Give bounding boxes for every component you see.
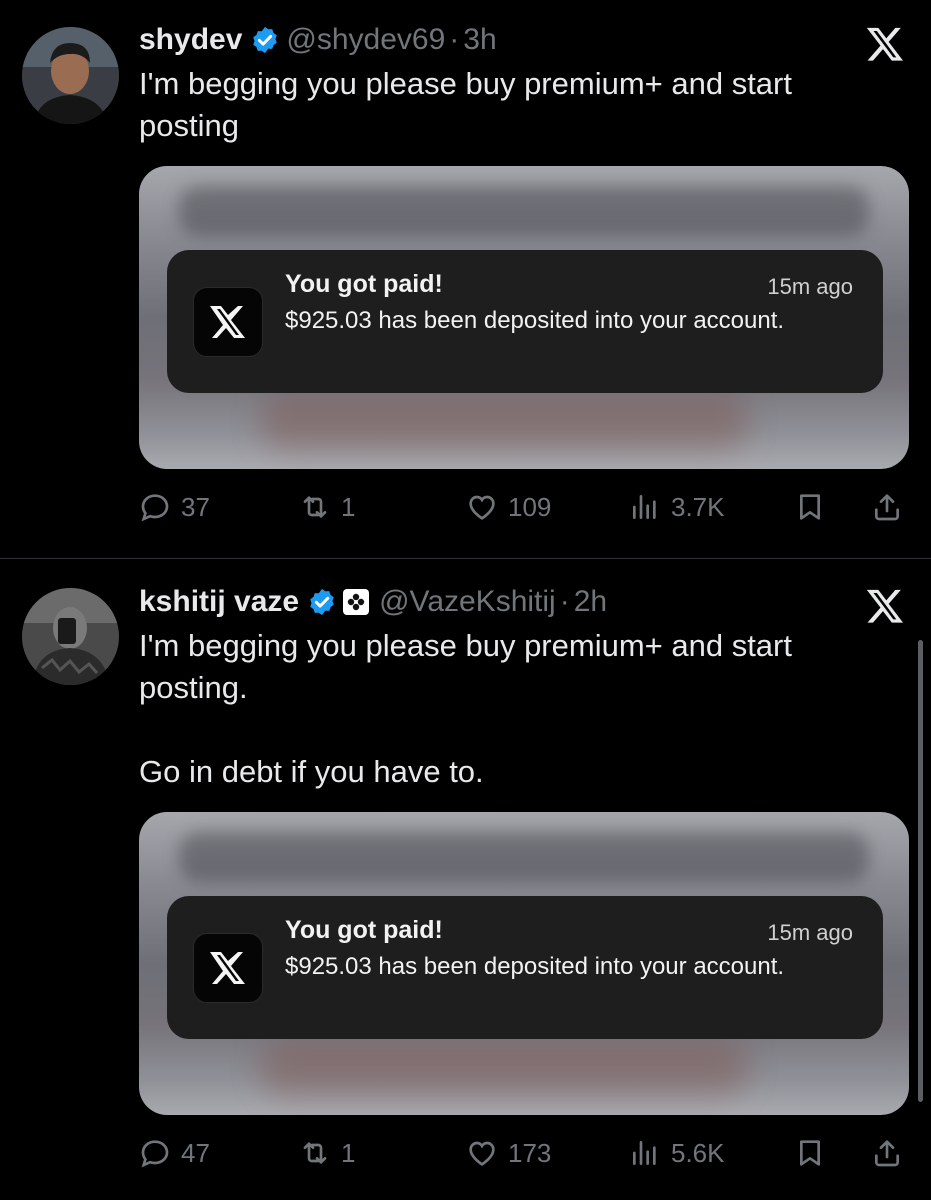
handle[interactable]: @shydev69 — [286, 23, 445, 57]
tweet-image[interactable]: You got paid! 15m ago $925.03 has been d… — [139, 166, 909, 469]
share-button[interactable] — [871, 1133, 903, 1173]
bookmark-button[interactable] — [794, 1133, 826, 1173]
reply-icon — [141, 494, 169, 522]
like-button[interactable]: 173 — [466, 1133, 551, 1173]
reply-button[interactable]: 37 — [139, 487, 210, 527]
blurred-background — [179, 832, 869, 882]
display-name[interactable]: kshitij vaze — [139, 585, 299, 619]
x-app-icon — [193, 287, 263, 357]
tweet-header: kshitij vaze @VazeKshitij · 2h — [139, 582, 607, 622]
views-count: 5.6K — [671, 1137, 725, 1168]
blurred-background — [179, 186, 869, 236]
tweet-header: shydev @shydev69 · 3h — [139, 20, 497, 60]
reply-button[interactable]: 47 — [139, 1133, 210, 1173]
repost-button[interactable]: 1 — [299, 487, 355, 527]
payout-notification: You got paid! 15m ago $925.03 has been d… — [167, 896, 883, 1039]
share-icon — [875, 1140, 899, 1167]
notification-title: You got paid! — [285, 270, 443, 298]
timeline: shydev @shydev69 · 3h I'm begging you pl… — [0, 0, 931, 1200]
action-bar: 37 1 109 3.7K — [139, 487, 909, 527]
notification-body: $925.03 has been deposited into your acc… — [285, 953, 785, 980]
tweet-image[interactable]: You got paid! 15m ago $925.03 has been d… — [139, 812, 909, 1115]
x-app-icon — [193, 933, 263, 1003]
repost-icon — [303, 496, 327, 518]
timestamp[interactable]: 2h — [574, 585, 607, 619]
tweet-divider — [0, 558, 931, 559]
bookmark-button[interactable] — [794, 487, 826, 527]
like-count: 109 — [508, 491, 552, 522]
views-button[interactable]: 5.6K — [629, 1133, 725, 1173]
repost-icon — [303, 1142, 327, 1164]
separator-dot: · — [449, 23, 460, 56]
notification-title: You got paid! — [285, 916, 443, 944]
blurred-background — [259, 1040, 749, 1095]
like-count: 173 — [508, 1137, 552, 1168]
reply-icon — [141, 1140, 169, 1168]
action-bar: 47 1 173 5.6K — [139, 1133, 909, 1173]
tweet[interactable]: kshitij vaze @VazeKshitij · 2h I'm beggi… — [0, 560, 931, 1200]
notification-time: 15m ago — [767, 920, 853, 945]
x-logo-icon — [866, 27, 903, 61]
reply-count: 47 — [181, 1137, 210, 1168]
views-icon — [633, 495, 656, 519]
display-name[interactable]: shydev — [139, 23, 242, 57]
separator-dot: · — [559, 585, 570, 618]
reply-count: 37 — [181, 491, 210, 522]
share-icon — [875, 494, 899, 521]
verified-badge-icon[interactable] — [250, 25, 280, 55]
tweet[interactable]: shydev @shydev69 · 3h I'm begging you pl… — [0, 0, 931, 558]
blurred-background — [259, 394, 749, 449]
views-count: 3.7K — [671, 491, 725, 522]
scrollbar[interactable] — [918, 640, 923, 1102]
verified-badge-icon[interactable] — [307, 587, 337, 617]
bookmark-icon — [800, 494, 820, 520]
payout-notification: You got paid! 15m ago $925.03 has been d… — [167, 250, 883, 393]
like-icon — [469, 495, 495, 520]
views-button[interactable]: 3.7K — [629, 487, 725, 527]
timestamp[interactable]: 3h — [463, 23, 496, 57]
repost-count: 1 — [341, 491, 356, 522]
notification-time: 15m ago — [767, 274, 853, 299]
share-button[interactable] — [871, 487, 903, 527]
notification-body: $925.03 has been deposited into your acc… — [285, 307, 785, 334]
like-icon — [469, 1141, 495, 1166]
avatar[interactable] — [22, 588, 119, 685]
handle[interactable]: @VazeKshitij — [379, 585, 556, 619]
x-logo-icon — [866, 589, 903, 623]
views-icon — [633, 1141, 656, 1165]
affiliate-badge-icon[interactable] — [343, 589, 370, 615]
tweet-text: I'm begging you please buy premium+ and … — [139, 66, 792, 143]
like-button[interactable]: 109 — [466, 487, 551, 527]
repost-count: 1 — [341, 1137, 356, 1168]
avatar[interactable] — [22, 27, 119, 124]
bookmark-icon — [800, 1140, 820, 1166]
repost-button[interactable]: 1 — [299, 1133, 355, 1173]
tweet-text: I'm begging you please buy premium+ and … — [139, 628, 792, 789]
